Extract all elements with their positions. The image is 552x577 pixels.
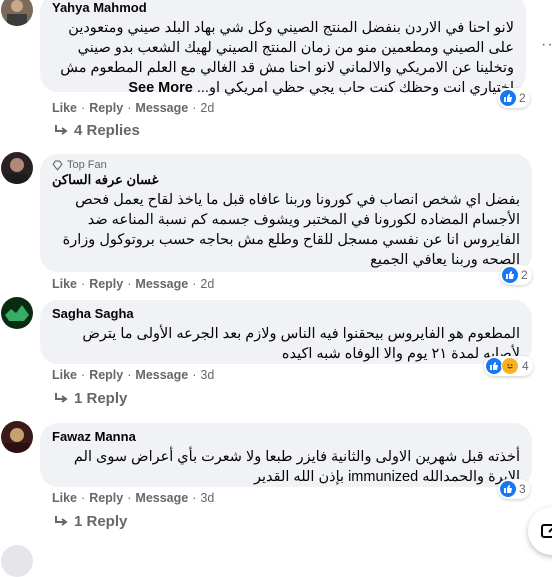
comment-author[interactable]: Sagha Sagha xyxy=(52,306,520,322)
comment-text: المطعوم هو الفايروس بيحقنوا فيه الناس ول… xyxy=(82,326,520,362)
timestamp[interactable]: 2d xyxy=(200,277,214,291)
view-replies-link[interactable]: 1 Reply xyxy=(54,513,127,530)
comment-actions: Like · Reply · Message · 2d xyxy=(52,277,215,291)
diamond-icon xyxy=(52,160,63,171)
reply-button[interactable]: Reply xyxy=(89,368,123,382)
like-button[interactable]: Like xyxy=(52,368,77,382)
new-message-button[interactable] xyxy=(528,507,552,555)
reaction-count[interactable]: 2 xyxy=(500,265,532,285)
avatar[interactable] xyxy=(1,545,33,577)
comment-text: بفضل اي شخص انصاب في كورونا وربنا عافاه … xyxy=(62,192,520,268)
like-button[interactable]: Like xyxy=(52,491,77,505)
view-replies-link[interactable]: 4 Replies xyxy=(54,122,140,139)
reaction-count[interactable]: 4 xyxy=(484,356,533,376)
thumbs-up-icon xyxy=(500,481,516,497)
comment-author[interactable]: غسان عرفه الساكن xyxy=(52,172,520,188)
reaction-count[interactable]: 3 xyxy=(498,479,530,499)
comment-actions: Like · Reply · Message · 3d xyxy=(52,368,215,382)
timestamp[interactable]: 3d xyxy=(200,491,214,505)
like-button[interactable]: Like xyxy=(52,277,77,291)
timestamp[interactable]: 3d xyxy=(200,368,214,382)
haha-icon xyxy=(501,357,519,375)
comment-bubble: Top Fan غسان عرفه الساكن بفضل اي شخص انص… xyxy=(40,154,532,272)
reply-button[interactable]: Reply xyxy=(89,101,123,115)
comment-author[interactable]: Yahya Mahmod xyxy=(52,0,514,16)
avatar[interactable] xyxy=(1,421,33,453)
reply-button[interactable]: Reply xyxy=(89,277,123,291)
comment-bubble: Sagha Sagha المطعوم هو الفايروس بيحقنوا … xyxy=(40,300,532,364)
view-replies-link[interactable]: 1 Reply xyxy=(54,390,127,407)
reply-arrow-icon xyxy=(55,515,68,526)
compose-icon xyxy=(541,524,552,538)
comment-actions: Like · Reply · Message · 2d xyxy=(52,101,215,115)
thumbs-up-icon xyxy=(500,90,516,106)
reply-button[interactable]: Reply xyxy=(89,491,123,505)
comment-text: أخذته قبل شهرين الاولى والثانية فايزر طب… xyxy=(73,449,520,485)
comment-bubble: Yahya Mahmod لانو احنا في الاردن بنفضل ا… xyxy=(40,0,526,96)
comment-actions: Like · Reply · Message · 3d xyxy=(52,491,215,505)
avatar[interactable] xyxy=(1,297,33,329)
thumbs-up-icon xyxy=(502,267,518,283)
message-button[interactable]: Message xyxy=(135,277,188,291)
timestamp[interactable]: 2d xyxy=(200,101,214,115)
message-button[interactable]: Message xyxy=(135,101,188,115)
avatar[interactable] xyxy=(1,0,33,26)
reply-arrow-icon xyxy=(55,392,68,403)
more-options-icon[interactable]: ··· xyxy=(541,36,552,54)
top-fan-badge: Top Fan xyxy=(52,158,520,172)
message-button[interactable]: Message xyxy=(135,368,188,382)
thumbs-up-icon xyxy=(486,358,502,374)
reaction-count[interactable]: 2 xyxy=(498,88,530,108)
avatar[interactable] xyxy=(1,152,33,184)
comment-text: لانو احنا في الاردن بنفضل المنتج الصيني … xyxy=(52,18,514,98)
reply-arrow-icon xyxy=(55,124,68,135)
like-button[interactable]: Like xyxy=(52,101,77,115)
message-button[interactable]: Message xyxy=(135,491,188,505)
see-more-link[interactable]: See More xyxy=(128,80,192,96)
comment-author[interactable]: Fawaz Manna xyxy=(52,429,520,445)
comment-bubble: Fawaz Manna أخذته قبل شهرين الاولى والثا… xyxy=(40,423,532,487)
